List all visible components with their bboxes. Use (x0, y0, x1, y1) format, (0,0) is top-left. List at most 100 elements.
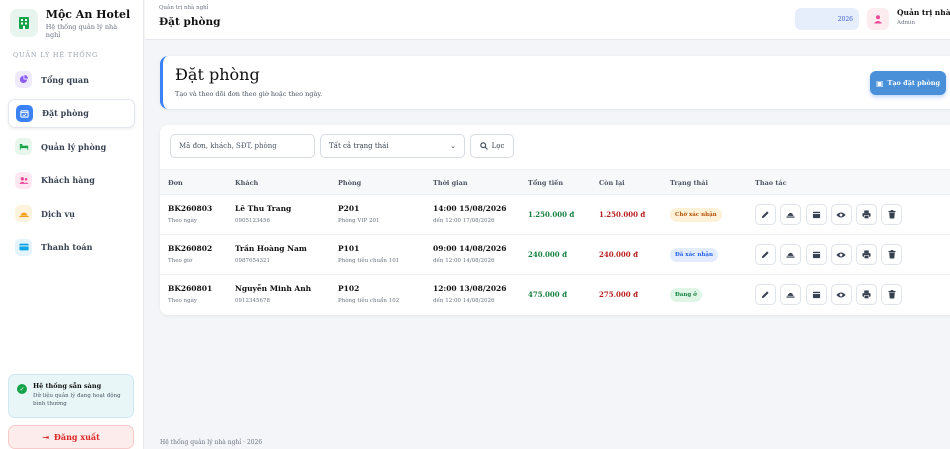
edit-button[interactable] (755, 284, 776, 305)
print-button[interactable] (856, 244, 878, 265)
booking-code: BK260803 (168, 204, 213, 213)
column-header: Thao tác (755, 179, 787, 187)
check-in-icon (786, 292, 795, 298)
hotel-logo-icon (10, 9, 38, 37)
table-header: Đơn Khách Phòng Thời gian Tổng tiền Còn … (160, 169, 950, 195)
user-role: Admin (897, 20, 916, 26)
sidebar-item-overview[interactable]: Tổng quan (8, 65, 135, 94)
delete-button[interactable] (881, 244, 903, 265)
end-time: đến 12:00 17/08/2026 (433, 218, 495, 224)
remaining-amount: 240.000 đ (599, 250, 638, 259)
filter-label: Lọc (491, 142, 505, 150)
check-in-button[interactable] (780, 204, 802, 225)
sidebar-item-services[interactable]: Dịch vụ (8, 199, 135, 228)
breadcrumb[interactable]: Quản trị nhà nghỉ (159, 5, 208, 11)
total-amount: 240.000 đ (528, 250, 567, 259)
search-input[interactable] (170, 134, 315, 158)
table-row[interactable]: BK260802 Theo giờ Trần Hoàng Nam 0987654… (160, 235, 950, 275)
check-in-button[interactable] (780, 284, 802, 305)
booking-mode: Theo ngày (168, 218, 197, 224)
remaining-amount: 275.000 đ (599, 290, 638, 299)
status-select[interactable]: Tất cả trạng thái ⌄ (320, 134, 465, 158)
status-badge: Đang ở (670, 288, 702, 302)
guest-name: Lê Thu Trang (235, 204, 292, 213)
guest-phone: 0987654321 (235, 258, 270, 264)
room-type: Phòng tiêu chuẩn 101 (338, 258, 400, 264)
brand[interactable]: Mộc An Hotel Hệ thống quản lý nhà nghỉ (0, 0, 143, 46)
check-in-icon (786, 212, 795, 218)
guest-name: Trần Hoàng Nam (235, 244, 307, 253)
sidebar-item-payments[interactable]: Thanh toán (8, 233, 135, 262)
row-actions (755, 244, 907, 265)
header-subtitle: Tạo và theo dõi đơn theo giờ hoặc theo n… (175, 90, 323, 98)
view-icon (836, 252, 846, 257)
sidebar-item-rooms[interactable]: Quản lý phòng (8, 132, 135, 161)
sidebar-item-label: Tổng quan (41, 74, 89, 85)
view-button[interactable] (830, 204, 852, 225)
delete-icon (888, 250, 896, 259)
remaining-amount: 1.250.000 đ (599, 210, 646, 219)
checkout-button[interactable] (805, 204, 827, 225)
delete-button[interactable] (881, 204, 903, 225)
check-in-button[interactable] (780, 244, 802, 265)
total-amount: 1.250.000 đ (528, 210, 575, 219)
view-button[interactable] (830, 244, 852, 265)
calendar-plus-icon: ▣ (875, 78, 884, 88)
column-header: Đơn (168, 179, 183, 187)
logout-label: Đăng xuất (53, 432, 100, 442)
checkout-icon (812, 251, 820, 259)
column-header: Khách (235, 179, 259, 187)
edit-button[interactable] (755, 244, 776, 265)
column-header: Tổng tiền (528, 179, 564, 187)
table-row[interactable]: BK260803 Theo ngày Lê Thu Trang 09051234… (160, 195, 950, 235)
user-avatar-icon[interactable] (867, 8, 889, 30)
edit-icon (761, 291, 769, 299)
status-select-value: Tất cả trạng thái (329, 142, 389, 150)
service-bell-icon (15, 205, 32, 222)
delete-icon (888, 210, 896, 219)
print-button[interactable] (856, 284, 878, 305)
topbar: Quản trị nhà nghỉ Đặt phòng 2026 Quản tr… (145, 0, 950, 40)
check-in-icon (786, 252, 795, 258)
header-title: Đặt phòng (175, 65, 260, 84)
delete-button[interactable] (881, 284, 903, 305)
sidebar-section-label: QUẢN LÝ HỆ THỐNG (13, 51, 99, 59)
sidebar-item-label: Dịch vụ (41, 208, 75, 219)
sidebar-item-bookings[interactable]: Đặt phòng (8, 98, 135, 128)
chart-pie-icon (15, 71, 32, 88)
search-icon (479, 142, 488, 150)
sidebar-item-customers[interactable]: Khách hàng (8, 166, 135, 195)
room-number: P102 (338, 284, 360, 293)
view-button[interactable] (830, 284, 852, 305)
table-row[interactable]: BK260801 Theo ngày Nguyễn Minh Anh 09123… (160, 275, 950, 315)
calendar-icon (16, 104, 33, 122)
brand-subtitle: Hệ thống quản lý nhà nghỉ (45, 22, 118, 39)
checkout-button[interactable] (805, 284, 827, 305)
date-text: 2026 (837, 15, 853, 23)
booking-mode: Theo giờ (168, 258, 193, 264)
filter-button[interactable]: Lọc (470, 134, 514, 158)
print-button[interactable] (856, 204, 878, 225)
sidebar-item-label: Khách hàng (41, 175, 95, 185)
guest-phone: 0912345678 (235, 298, 270, 304)
users-icon (15, 171, 32, 189)
print-icon (862, 290, 871, 299)
brand-name: Mộc An Hotel (45, 7, 131, 21)
date-chip[interactable]: 2026 (795, 8, 859, 30)
status-badge: Đã xác nhận (670, 248, 718, 262)
start-time: 14:00 15/08/2026 (433, 204, 507, 213)
column-header: Còn lại (599, 179, 625, 187)
room-type: Phòng tiêu chuẩn 102 (338, 298, 400, 304)
page-footer: Hệ thống quản lý nhà nghỉ · 2026 (160, 439, 263, 446)
booking-mode: Theo ngày (168, 298, 197, 304)
booking-code: BK260802 (168, 244, 213, 253)
start-time: 12:00 13/08/2026 (433, 284, 507, 293)
checkout-button[interactable] (805, 244, 827, 265)
logout-button[interactable]: ⇥ Đăng xuất (8, 425, 134, 449)
sidebar-item-label: Đặt phòng (42, 108, 89, 118)
user-name: Quản trị nhà nghỉ (897, 8, 950, 17)
edit-button[interactable] (755, 204, 776, 225)
view-icon (836, 292, 846, 297)
add-booking-button[interactable]: ▣ Tạo đặt phòng (870, 71, 946, 95)
page-title: Đặt phòng (159, 16, 221, 28)
